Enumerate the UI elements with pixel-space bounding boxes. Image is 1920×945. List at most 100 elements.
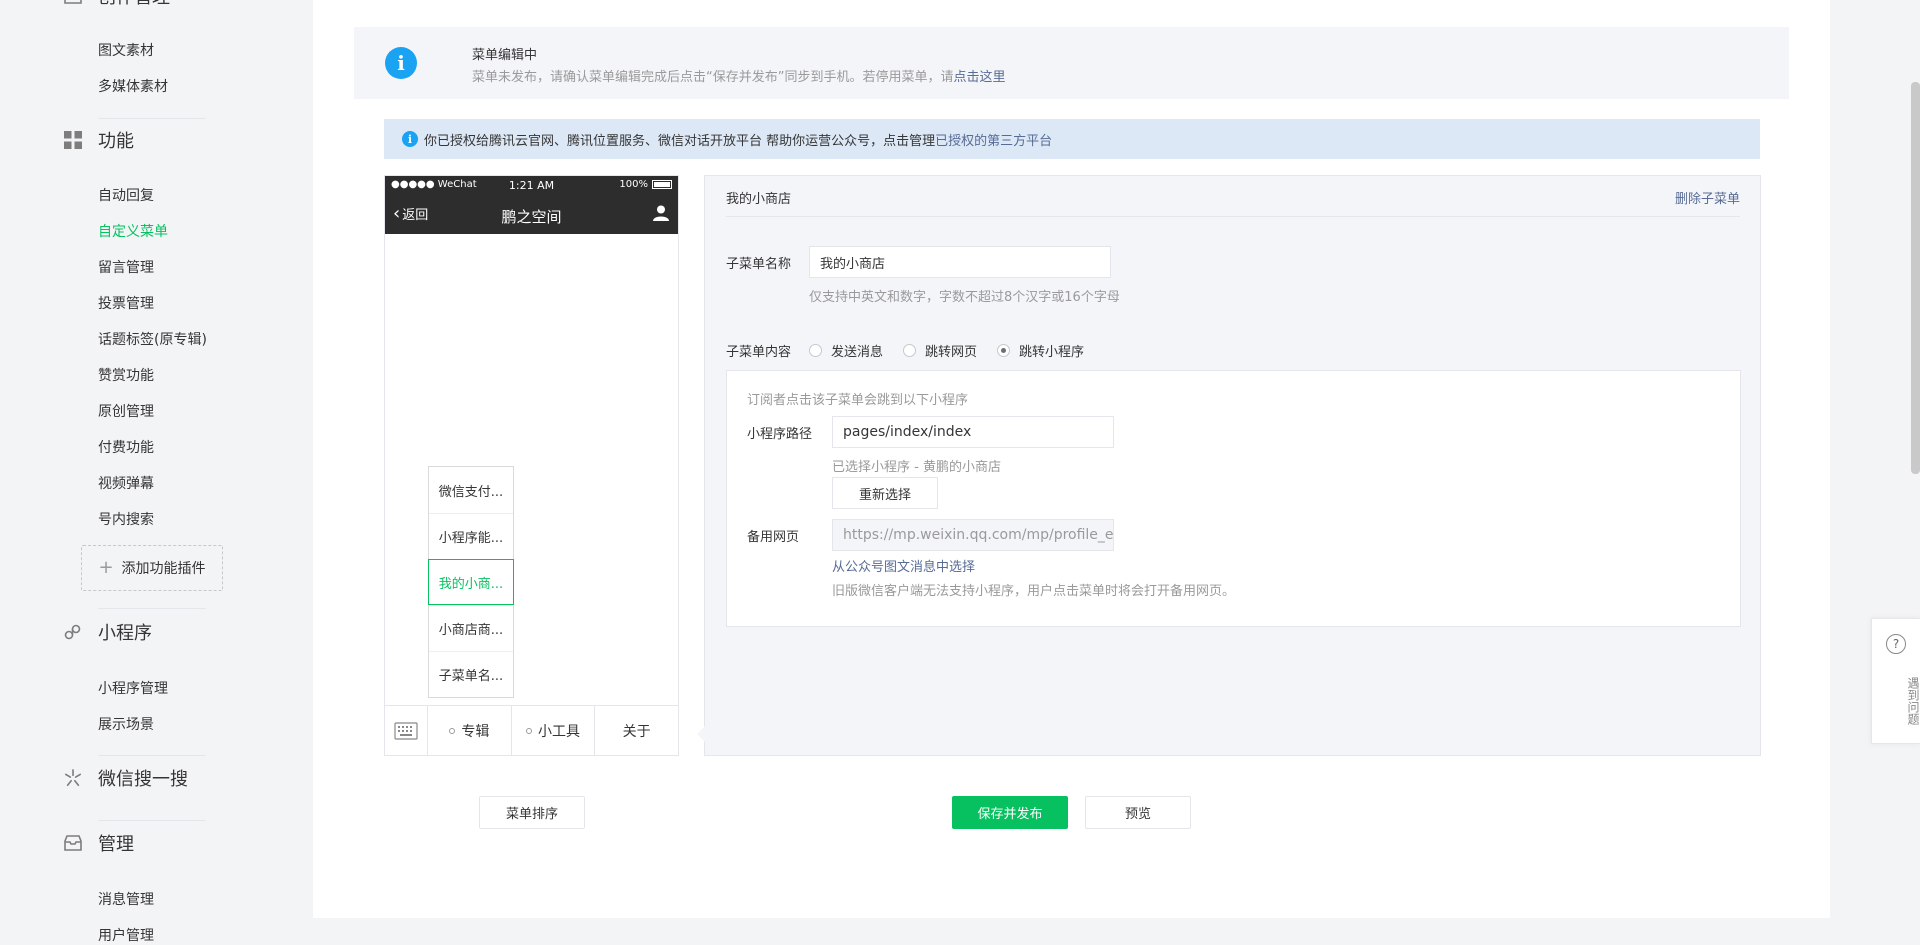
submenu-dot-icon	[449, 727, 456, 734]
battery-text: 100%	[619, 179, 648, 190]
sidebar-item-original[interactable]: 原创管理	[98, 401, 154, 421]
sidebar-item-topic-tags[interactable]: 话题标签(原专辑)	[98, 329, 207, 349]
radio-label: 跳转小程序	[1019, 345, 1085, 360]
menu-item-about[interactable]: 关于	[595, 706, 678, 755]
sidebar-item-rewards[interactable]: 赞赏功能	[98, 365, 154, 385]
radio-icon	[809, 344, 822, 357]
sidebar-item-messages[interactable]: 消息管理	[98, 889, 154, 909]
plus-icon: +	[98, 557, 114, 578]
disable-menu-link[interactable]: 点击这里	[953, 70, 1005, 85]
mp-intro: 订阅者点击该子菜单会跳到以下小程序	[747, 393, 969, 408]
sidebar-item-search[interactable]: 号内搜索	[98, 509, 154, 529]
sidebar-section-label: 微信搜一搜	[98, 769, 188, 790]
auth-bar: i 你已授权给腾讯云官网、腾讯位置服务、微信对话开放平台 帮助你运营公众号，点击…	[384, 119, 1760, 159]
backup-tip: 旧版微信客户端无法支持小程序，用户点击菜单时将会打开备用网页。	[832, 584, 1236, 599]
radio-send-message[interactable]: 发送消息	[809, 341, 883, 360]
grid-icon	[64, 131, 82, 149]
name-label: 子菜单名称	[726, 257, 792, 272]
add-plugin-label: 添加功能插件	[121, 561, 206, 577]
sidebar-section-label: 创作管理	[98, 0, 170, 9]
menu-item-label: 小工具	[538, 723, 580, 740]
sidebar-item-media[interactable]: 多媒体素材	[98, 76, 168, 96]
submenu-dot-icon	[526, 727, 532, 734]
submenu-popup: 微信支付... 小程序能... 我的小商... 小商店商... 子菜单名...	[428, 466, 514, 698]
keyboard-icon[interactable]	[385, 706, 428, 755]
radio-icon	[903, 344, 917, 357]
menu-sort-button[interactable]: 菜单排序	[479, 796, 585, 829]
notice-desc: 菜单未发布，请确认菜单编辑完成后点击“保存并发布”同步到手机。若停用菜单，请点击…	[472, 66, 1006, 85]
submenu-name-input[interactable]: 我的小商店	[809, 246, 1111, 278]
backup-url-input[interactable]: https://mp.weixin.qq.com/mp/profile_ext?…	[832, 519, 1114, 551]
reselect-button[interactable]: 重新选择	[832, 477, 938, 509]
notice-desc-text: 菜单未发布，请确认菜单编辑完成后点击“保存并发布”同步到手机。若停用菜单，请	[472, 70, 954, 85]
delete-submenu-link[interactable]: 删除子菜单	[1675, 188, 1740, 207]
mp-path-input[interactable]: pages/index/index	[832, 416, 1114, 448]
battery-status: 100%	[619, 179, 672, 190]
inbox-icon	[64, 0, 82, 5]
submenu-item[interactable]: 小商店商...	[429, 605, 513, 651]
radio-label: 跳转网页	[925, 345, 978, 360]
phone-header: ●●●●● WeChat 1:21 AM 100% ‹ 返回 鹏之空间	[385, 176, 678, 234]
sidebar-item-votes[interactable]: 投票管理	[98, 293, 154, 313]
notice-box: i 菜单编辑中 菜单未发布，请确认菜单编辑完成后点击“保存并发布”同步到手机。若…	[354, 27, 1789, 99]
menu-item-label: 专辑	[461, 723, 490, 740]
inbox-icon	[64, 834, 82, 852]
link-icon	[64, 623, 82, 641]
sidebar-item-comments[interactable]: 留言管理	[98, 257, 154, 277]
info-icon: i	[385, 47, 417, 79]
submenu-editor: 我的小商店 删除子菜单 子菜单名称 我的小商店 仅支持中英文和数字，字数不超过8…	[697, 175, 1761, 756]
sidebar-item-users[interactable]: 用户管理	[98, 925, 154, 945]
submenu-item[interactable]: 微信支付...	[429, 467, 513, 513]
choose-from-articles-link[interactable]: 从公众号图文消息中选择	[832, 556, 975, 575]
menu-item-tools[interactable]: 小工具	[512, 706, 596, 755]
sidebar-section-label: 管理	[98, 834, 134, 855]
account-title: 鹏之空间	[501, 208, 562, 226]
sidebar-item-articles[interactable]: 图文素材	[98, 40, 154, 60]
third-party-link[interactable]: 已授权的第三方平台	[935, 130, 1052, 149]
miniprogram-settings: 订阅者点击该子菜单会跳到以下小程序 小程序路径 pages/index/inde…	[726, 370, 1741, 627]
preview-button[interactable]: 预览	[1085, 796, 1191, 829]
sidebar-item-display-scenes[interactable]: 展示场景	[98, 714, 154, 734]
submenu-item[interactable]: 小程序能...	[429, 513, 513, 559]
phone-menu-bar: 专辑 小工具 关于	[385, 705, 678, 755]
sidebar-divider	[98, 118, 206, 119]
sidebar-item-miniprogram-manage[interactable]: 小程序管理	[98, 678, 168, 698]
submenu-item[interactable]: 子菜单名...	[429, 651, 513, 697]
auth-text: 你已授权给腾讯云官网、腾讯位置服务、微信对话开放平台 帮助你运营公众号，点击管理	[424, 133, 936, 149]
add-plugin-button[interactable]: + 添加功能插件	[81, 545, 223, 591]
help-float-button[interactable]: ? 遇到问题	[1871, 618, 1920, 744]
sidebar-item-paid[interactable]: 付费功能	[98, 437, 154, 457]
sidebar-item-auto-reply[interactable]: 自动回复	[98, 185, 154, 205]
menu-item-album[interactable]: 专辑	[428, 706, 512, 755]
scrollbar[interactable]	[1911, 82, 1920, 474]
sidebar-divider	[98, 820, 206, 821]
content-label: 子菜单内容	[726, 345, 792, 360]
help-label: 遇到问题	[1906, 677, 1920, 725]
editor-title: 我的小商店	[726, 192, 792, 207]
panel-arrow	[697, 726, 705, 742]
sidebar-item-custom-menu[interactable]: 自定义菜单	[98, 221, 168, 241]
main-content: i 菜单编辑中 菜单未发布，请确认菜单编辑完成后点击“保存并发布”同步到手机。若…	[313, 0, 1830, 918]
phone-preview: ●●●●● WeChat 1:21 AM 100% ‹ 返回 鹏之空间 微信支付.…	[384, 175, 679, 756]
sidebar-section-label: 小程序	[98, 623, 152, 644]
submenu-item-active[interactable]: 我的小商...	[428, 559, 514, 605]
backup-label: 备用网页	[747, 530, 800, 545]
mp-selected-tip: 已选择小程序 - 黄鹏的小商店	[832, 460, 1001, 475]
divider	[726, 216, 1740, 217]
menu-item-label: 关于	[622, 723, 651, 740]
sidebar-section-label: 功能	[98, 131, 134, 152]
path-label: 小程序路径	[747, 427, 813, 442]
sidebar-divider	[98, 608, 206, 609]
sidebar: 创作管理 图文素材 多媒体素材 功能 自动回复 自定义菜单 留言管理 投票管理 …	[0, 0, 313, 944]
sidebar-divider	[98, 755, 206, 756]
save-publish-button[interactable]: 保存并发布	[952, 796, 1068, 829]
content-type-radios: 发送消息 跳转网页 跳转小程序	[809, 341, 1104, 360]
user-icon[interactable]	[652, 204, 670, 222]
sidebar-item-danmaku[interactable]: 视频弹幕	[98, 473, 154, 493]
name-tip: 仅支持中英文和数字，字数不超过8个汉字或16个字母	[809, 290, 1120, 305]
radio-jump-miniprogram[interactable]: 跳转小程序	[997, 341, 1084, 360]
radio-jump-web[interactable]: 跳转网页	[903, 341, 977, 360]
radio-label: 发送消息	[831, 345, 884, 360]
info-icon: i	[402, 131, 418, 147]
sparkle-icon	[64, 769, 82, 787]
